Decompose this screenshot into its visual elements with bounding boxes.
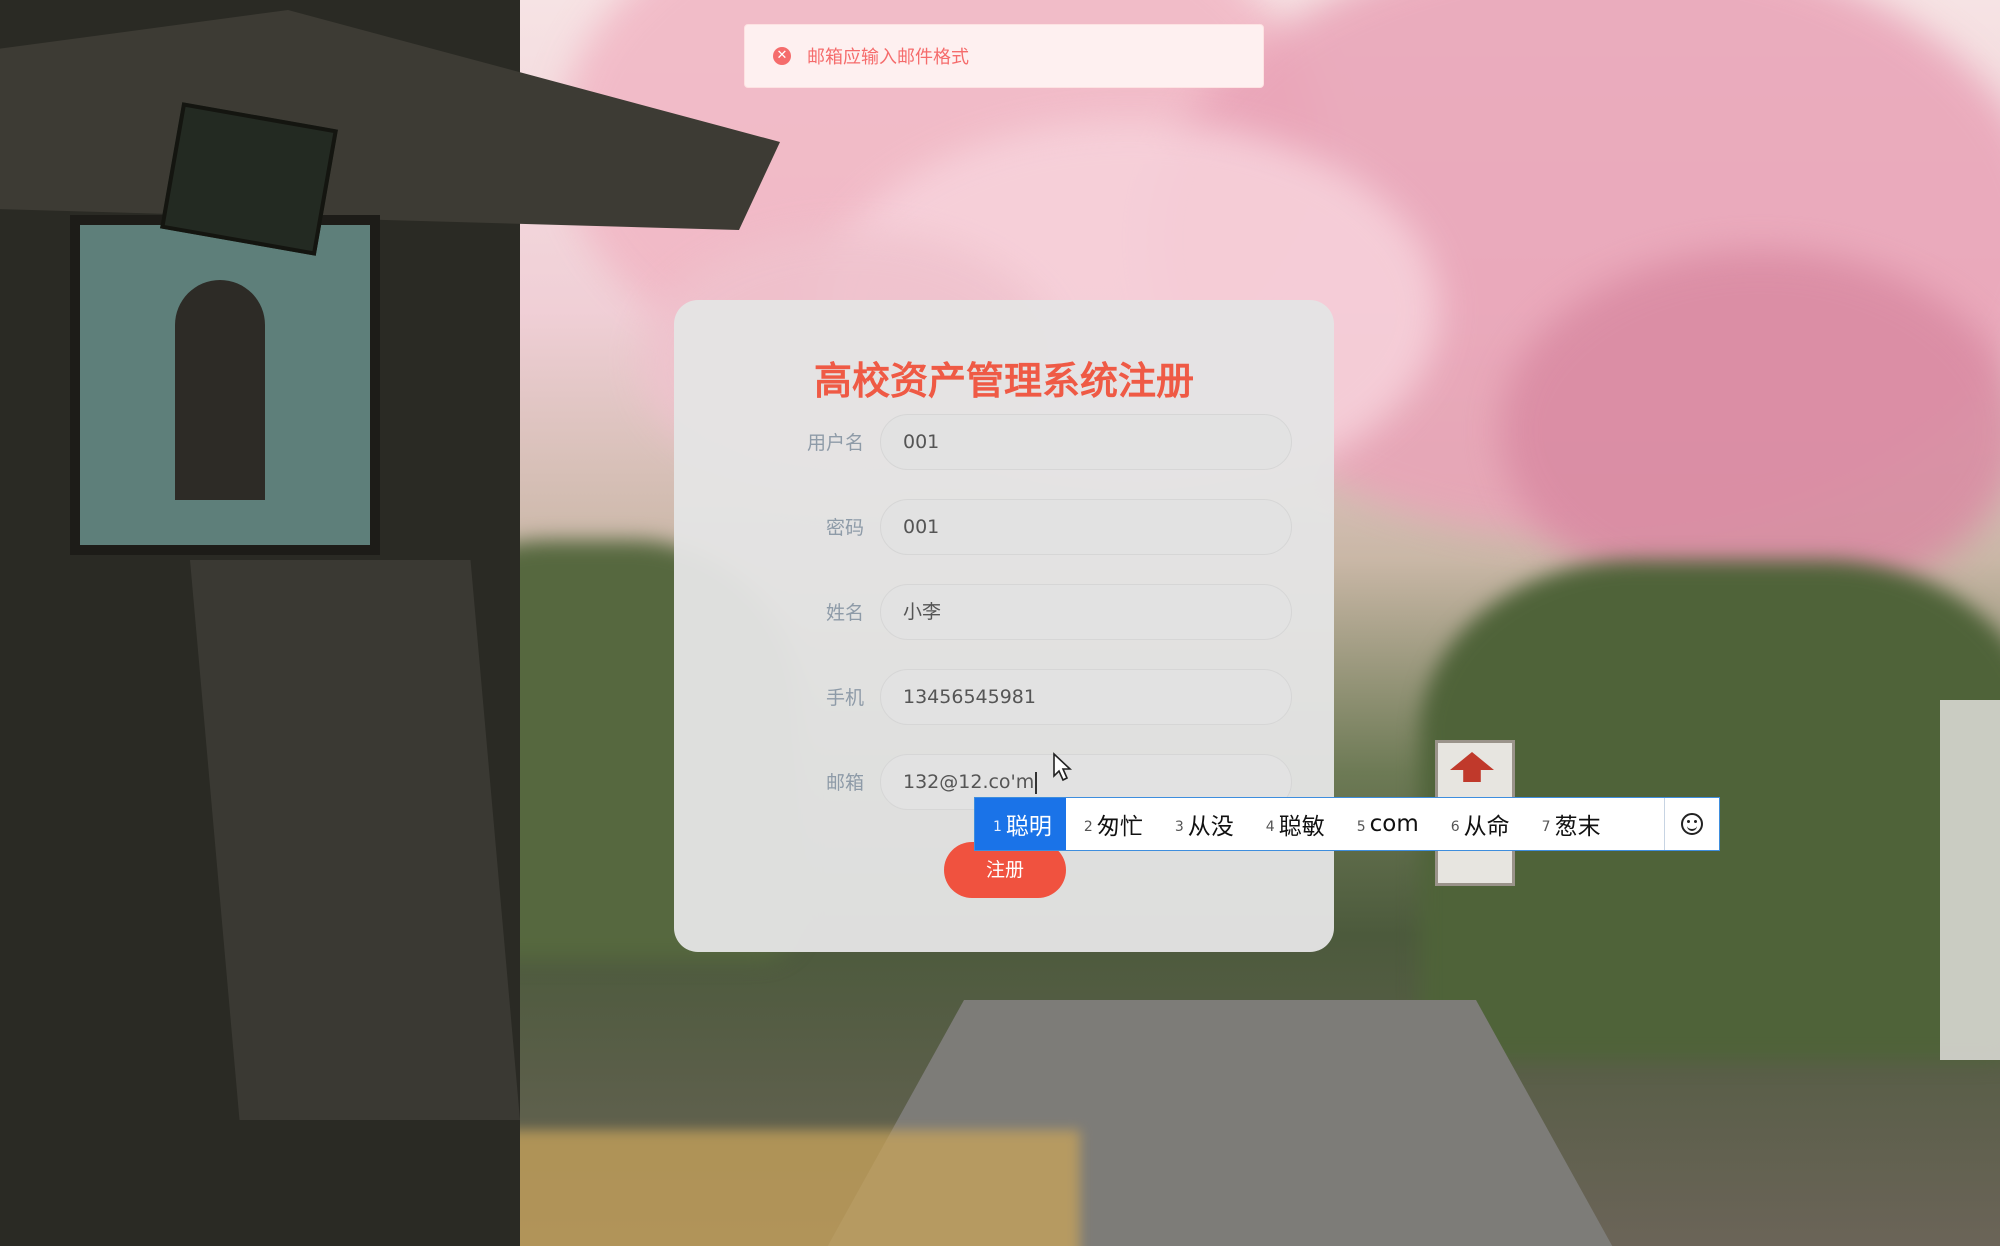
ime-candidate-1[interactable]: 1 聪明 — [975, 798, 1066, 850]
phone-input[interactable]: 13456545981 — [880, 669, 1292, 725]
candidate-number: 4 — [1265, 819, 1275, 835]
form-row-username: 用户名 001 — [674, 414, 1334, 472]
candidate-text: 从没 — [1187, 814, 1234, 840]
password-label: 密码 — [825, 517, 864, 539]
form-row-password: 密码 001 — [674, 499, 1334, 557]
username-label: 用户名 — [806, 432, 864, 454]
phone-label: 手机 — [825, 687, 864, 709]
page-title: 高校资产管理系统注册 — [813, 359, 1194, 403]
name-input[interactable]: 小李 — [880, 584, 1292, 640]
candidate-text: 匆忙 — [1096, 814, 1143, 840]
temple-arch-window — [175, 280, 265, 500]
form-row-phone: 手机 13456545981 — [674, 669, 1334, 727]
smiley-icon — [1681, 813, 1703, 835]
text-caret — [1035, 771, 1038, 794]
ime-candidate-3[interactable]: 3 从没 — [1157, 798, 1248, 850]
ime-emoji-button[interactable] — [1664, 798, 1719, 850]
ime-candidate-2[interactable]: 2 匆忙 — [1066, 798, 1157, 850]
email-input-value: 132@12.co'm — [903, 771, 1035, 793]
ime-candidate-bar: 1 聪明 2 匆忙 3 从没 4 聪敏 5 com 6 从命 7 葱末 — [974, 797, 1720, 851]
candidate-number: 3 — [1174, 819, 1184, 835]
ime-candidate-5[interactable]: 5 com — [1339, 798, 1433, 850]
candidate-number: 7 — [1541, 819, 1551, 835]
toast-message: 邮箱应输入邮件格式 — [807, 47, 969, 68]
name-label: 姓名 — [825, 602, 864, 624]
candidate-number: 6 — [1450, 819, 1460, 835]
candidate-text: com — [1369, 811, 1419, 837]
candidate-number: 1 — [993, 819, 1002, 835]
candidate-text: 聪明 — [1005, 814, 1052, 840]
temple-door — [190, 560, 520, 1120]
candidate-text: 从命 — [1463, 814, 1510, 840]
ime-candidate-4[interactable]: 4 聪敏 — [1248, 798, 1339, 850]
username-input[interactable]: 001 — [880, 414, 1292, 470]
temple-name-plaque — [160, 102, 338, 256]
password-input[interactable]: 001 — [880, 499, 1292, 555]
form-row-name: 姓名 小李 — [674, 584, 1334, 642]
candidate-number: 2 — [1083, 819, 1093, 835]
ime-candidate-6[interactable]: 6 从命 — [1433, 798, 1524, 850]
ime-candidate-7[interactable]: 7 葱末 — [1524, 798, 1615, 850]
candidate-text: 葱末 — [1554, 814, 1601, 840]
notice-board — [1940, 700, 2000, 1060]
email-label: 邮箱 — [825, 772, 864, 794]
ime-candidate-list: 1 聪明 2 匆忙 3 从没 4 聪敏 5 com 6 从命 7 葱末 — [975, 798, 1664, 850]
cherry-blossom-foliage — [1500, 250, 2000, 610]
candidate-number: 5 — [1356, 819, 1366, 835]
error-toast: ✕ 邮箱应输入邮件格式 — [744, 24, 1264, 88]
candidate-text: 聪敏 — [1278, 814, 1325, 840]
error-circle-icon: ✕ — [773, 47, 791, 65]
